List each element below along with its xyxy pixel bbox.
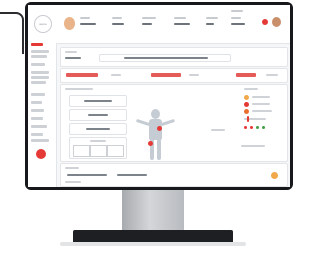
screen: aome [28, 5, 290, 187]
sidebar-item[interactable] [31, 63, 45, 66]
position-thumb-icon[interactable] [107, 145, 124, 157]
header-field-label [206, 17, 218, 19]
position-thumb-icon[interactable] [73, 145, 90, 157]
main-content [56, 43, 290, 187]
option-label [84, 100, 112, 102]
user-icon[interactable] [272, 17, 281, 27]
position-selector[interactable] [69, 137, 127, 159]
sidebar-item[interactable] [31, 101, 42, 104]
severity-marker[interactable] [250, 126, 253, 129]
field-value [117, 174, 147, 176]
header-field-value [174, 23, 190, 25]
sidebar-item[interactable] [31, 133, 43, 136]
header-field-label [142, 17, 156, 19]
body-label [211, 129, 225, 131]
header-field-value [142, 23, 152, 25]
pain-marker[interactable] [148, 141, 153, 146]
header-field-label [174, 17, 186, 19]
monitor-bezel: aome [25, 2, 293, 190]
header-field-label [112, 17, 122, 19]
body-head[interactable] [151, 109, 160, 119]
tab[interactable] [189, 74, 199, 76]
legend-label [252, 96, 270, 98]
sidebar-item-active[interactable] [31, 43, 43, 46]
scale-handle[interactable] [247, 116, 249, 122]
patient-avatar-icon [64, 17, 75, 30]
body-map-panel [60, 84, 288, 162]
diagnosis-input[interactable] [99, 54, 231, 62]
notes-card [60, 163, 288, 187]
app-logo-icon: aome [34, 15, 52, 33]
section-label [65, 181, 81, 183]
legend-marker [244, 109, 249, 114]
field-value [67, 174, 107, 176]
sidebar-item[interactable] [31, 81, 46, 84]
header-field-label [231, 17, 241, 19]
header-field-value [231, 23, 245, 25]
sidebar-item[interactable] [31, 93, 45, 96]
tab[interactable] [111, 74, 121, 76]
severity-marker[interactable] [244, 126, 247, 129]
header-field-value [80, 23, 96, 25]
option-box[interactable] [69, 95, 127, 107]
diagnosis-text [124, 57, 208, 59]
patient-header [56, 5, 290, 44]
sidebar-item[interactable] [31, 50, 49, 53]
tab[interactable] [236, 73, 256, 77]
legend-label [252, 110, 272, 112]
option-box[interactable] [69, 109, 127, 121]
tab-bar [60, 68, 288, 83]
sidebar: aome [28, 5, 57, 187]
stand-shadow [60, 242, 246, 246]
sidebar-item[interactable] [31, 117, 43, 120]
field-value [65, 57, 81, 59]
diagnosis-card [60, 47, 288, 67]
monitor-stand [73, 230, 233, 242]
sidebar-item[interactable] [31, 55, 47, 58]
sidebar-item[interactable] [31, 139, 49, 142]
field-label [65, 51, 77, 53]
body-label [241, 145, 265, 147]
option-label [86, 128, 110, 130]
header-field-label [231, 10, 243, 12]
selector-label [90, 140, 106, 142]
sidebar-alert-badge[interactable] [36, 149, 46, 159]
pain-marker[interactable] [157, 126, 162, 131]
severity-marker[interactable] [256, 126, 259, 129]
legend-marker [244, 102, 249, 107]
panel-title [65, 88, 93, 90]
sidebar-item[interactable] [31, 76, 49, 79]
sidebar-item[interactable] [31, 125, 47, 128]
severity-marker[interactable] [262, 126, 265, 129]
monitor-neck [122, 190, 184, 232]
option-label [88, 114, 108, 116]
legend-label [252, 103, 270, 105]
field-label [65, 167, 79, 169]
header-field-value [112, 23, 124, 25]
option-box[interactable] [69, 123, 127, 135]
tab-active[interactable] [66, 73, 98, 77]
legend-title [244, 88, 258, 90]
monitor-cable [0, 12, 24, 54]
sidebar-item[interactable] [31, 71, 49, 74]
header-field-label [80, 17, 90, 19]
position-thumb-icon[interactable] [90, 145, 107, 157]
header-field-value [206, 23, 214, 25]
body-leg-right[interactable] [157, 139, 161, 160]
legend-marker [244, 95, 249, 100]
sidebar-item[interactable] [31, 109, 44, 112]
alert-icon[interactable] [262, 19, 268, 25]
tab[interactable] [151, 73, 181, 77]
status-indicator [271, 172, 278, 179]
tab[interactable] [266, 74, 278, 76]
